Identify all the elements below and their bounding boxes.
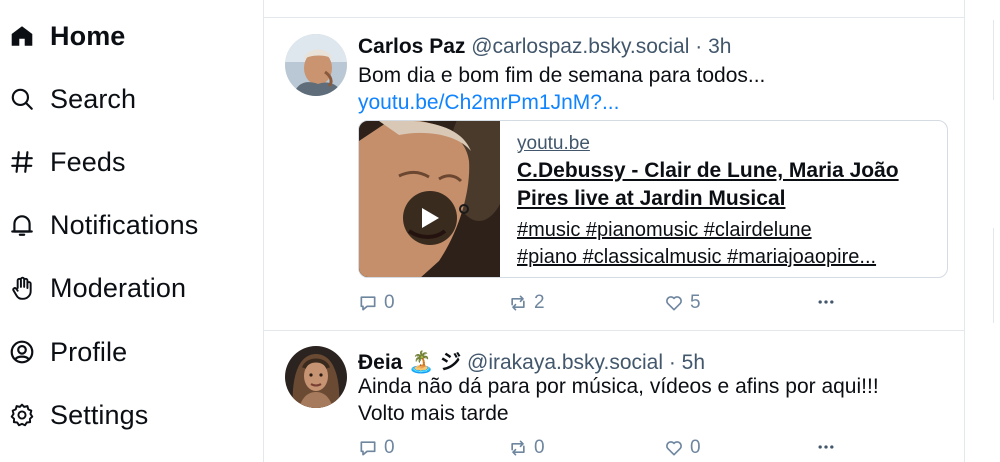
nav-feeds-label: Feeds	[50, 146, 126, 177]
avatar[interactable]	[285, 346, 347, 408]
nav-moderation[interactable]: Moderation	[8, 266, 186, 310]
left-nav: Home Search Feeds Notifications Moderati…	[0, 0, 262, 462]
feed-post[interactable]: Ðeia 🏝️ ジ @irakaya.bsky.social · 5h Aind…	[264, 331, 964, 462]
user-circle-icon	[8, 338, 36, 366]
nav-settings-label: Settings	[50, 399, 149, 430]
video-thumbnail[interactable]	[359, 121, 500, 277]
post-text: Ainda não dá para por música, vídeos e a…	[358, 373, 879, 427]
link-title[interactable]: C.Debussy - Clair de Lune, Maria João Pi…	[517, 157, 942, 213]
post-body: Bom dia e bom fim de semana para todos..…	[358, 64, 766, 87]
post-body-line: Volto mais tarde	[358, 402, 509, 425]
link-title-line: Pires live at Jardin Musical	[517, 187, 786, 210]
nav-notifications[interactable]: Notifications	[8, 203, 198, 247]
link-description[interactable]: #music #pianomusic #clairdelune #piano #…	[517, 217, 937, 271]
nav-notifications-label: Notifications	[50, 209, 199, 240]
ellipsis-icon	[818, 300, 834, 304]
play-icon	[422, 208, 439, 228]
author-handle[interactable]: @irakaya.bsky.social · 5h	[467, 351, 705, 374]
previous-post-remnant	[264, 0, 964, 18]
link-domain[interactable]: youtu.be	[517, 133, 590, 155]
right-panel-edge	[993, 228, 994, 323]
reply-icon	[360, 441, 376, 456]
ellipsis-icon	[818, 445, 834, 449]
bell-icon	[8, 211, 36, 239]
gear-icon	[8, 401, 36, 429]
repost-icon	[511, 440, 525, 456]
search-icon	[8, 85, 36, 113]
author-name[interactable]: Ðeia 🏝️ ジ	[358, 351, 461, 374]
like-button[interactable]: 0	[664, 437, 701, 459]
nav-profile[interactable]: Profile	[8, 330, 127, 374]
reply-count: 0	[384, 437, 395, 458]
reply-button[interactable]: 0	[358, 292, 395, 314]
heart-icon	[666, 296, 682, 311]
feed-post[interactable]: Carlos Paz @carlospaz.bsky.social · 3h B…	[264, 19, 964, 331]
post-actions: 0 2 5	[358, 292, 948, 318]
more-options-button[interactable]	[816, 437, 842, 457]
post-header: Carlos Paz @carlospaz.bsky.social · 3h	[358, 35, 731, 59]
reply-count: 0	[384, 292, 395, 313]
author-handle[interactable]: @carlospaz.bsky.social · 3h	[471, 35, 731, 58]
repost-count: 0	[534, 437, 545, 458]
like-button[interactable]: 5	[664, 292, 701, 314]
hand-icon	[8, 274, 36, 302]
nav-settings[interactable]: Settings	[8, 393, 148, 437]
repost-button[interactable]: 2	[508, 292, 545, 314]
feed-column: Carlos Paz @carlospaz.bsky.social · 3h B…	[263, 0, 965, 462]
home-icon	[8, 22, 36, 50]
repost-icon	[511, 295, 525, 311]
avatar[interactable]	[285, 34, 347, 96]
author-name[interactable]: Carlos Paz	[358, 35, 465, 58]
post-text: Bom dia e bom fim de semana para todos..…	[358, 62, 765, 116]
link-description-line: #music #pianomusic #clairdelune	[517, 219, 812, 241]
nav-home[interactable]: Home	[8, 14, 125, 58]
post-header: Ðeia 🏝️ ジ @irakaya.bsky.social · 5h	[358, 346, 705, 376]
repost-button[interactable]: 0	[508, 437, 545, 459]
nav-moderation-label: Moderation	[50, 272, 187, 303]
nav-feeds[interactable]: Feeds	[8, 140, 126, 184]
nav-search-label: Search	[50, 83, 137, 114]
post-actions: 0 0 0	[358, 437, 948, 462]
like-count: 0	[690, 437, 701, 458]
nav-profile-label: Profile	[50, 336, 128, 367]
nav-search[interactable]: Search	[8, 77, 136, 121]
link-description-line: #piano #classicalmusic #mariajoaopire...	[517, 246, 877, 268]
hash-icon	[8, 148, 36, 176]
reply-icon	[360, 296, 376, 311]
link-title-line: C.Debussy - Clair de Lune, Maria João	[517, 159, 899, 182]
link-card[interactable]: youtu.be C.Debussy - Clair de Lune, Mari…	[358, 120, 948, 278]
repost-count: 2	[534, 292, 545, 313]
play-button[interactable]	[403, 191, 457, 245]
heart-icon	[666, 441, 682, 456]
reply-button[interactable]: 0	[358, 437, 395, 459]
post-link[interactable]: youtu.be/Ch2mrPm1JnM?...	[358, 89, 765, 116]
more-options-button[interactable]	[816, 292, 842, 312]
post-body-line: Ainda não dá para por música, vídeos e a…	[358, 375, 879, 398]
right-panel-edge	[993, 20, 994, 100]
nav-home-label: Home	[50, 20, 126, 51]
like-count: 5	[690, 292, 701, 313]
